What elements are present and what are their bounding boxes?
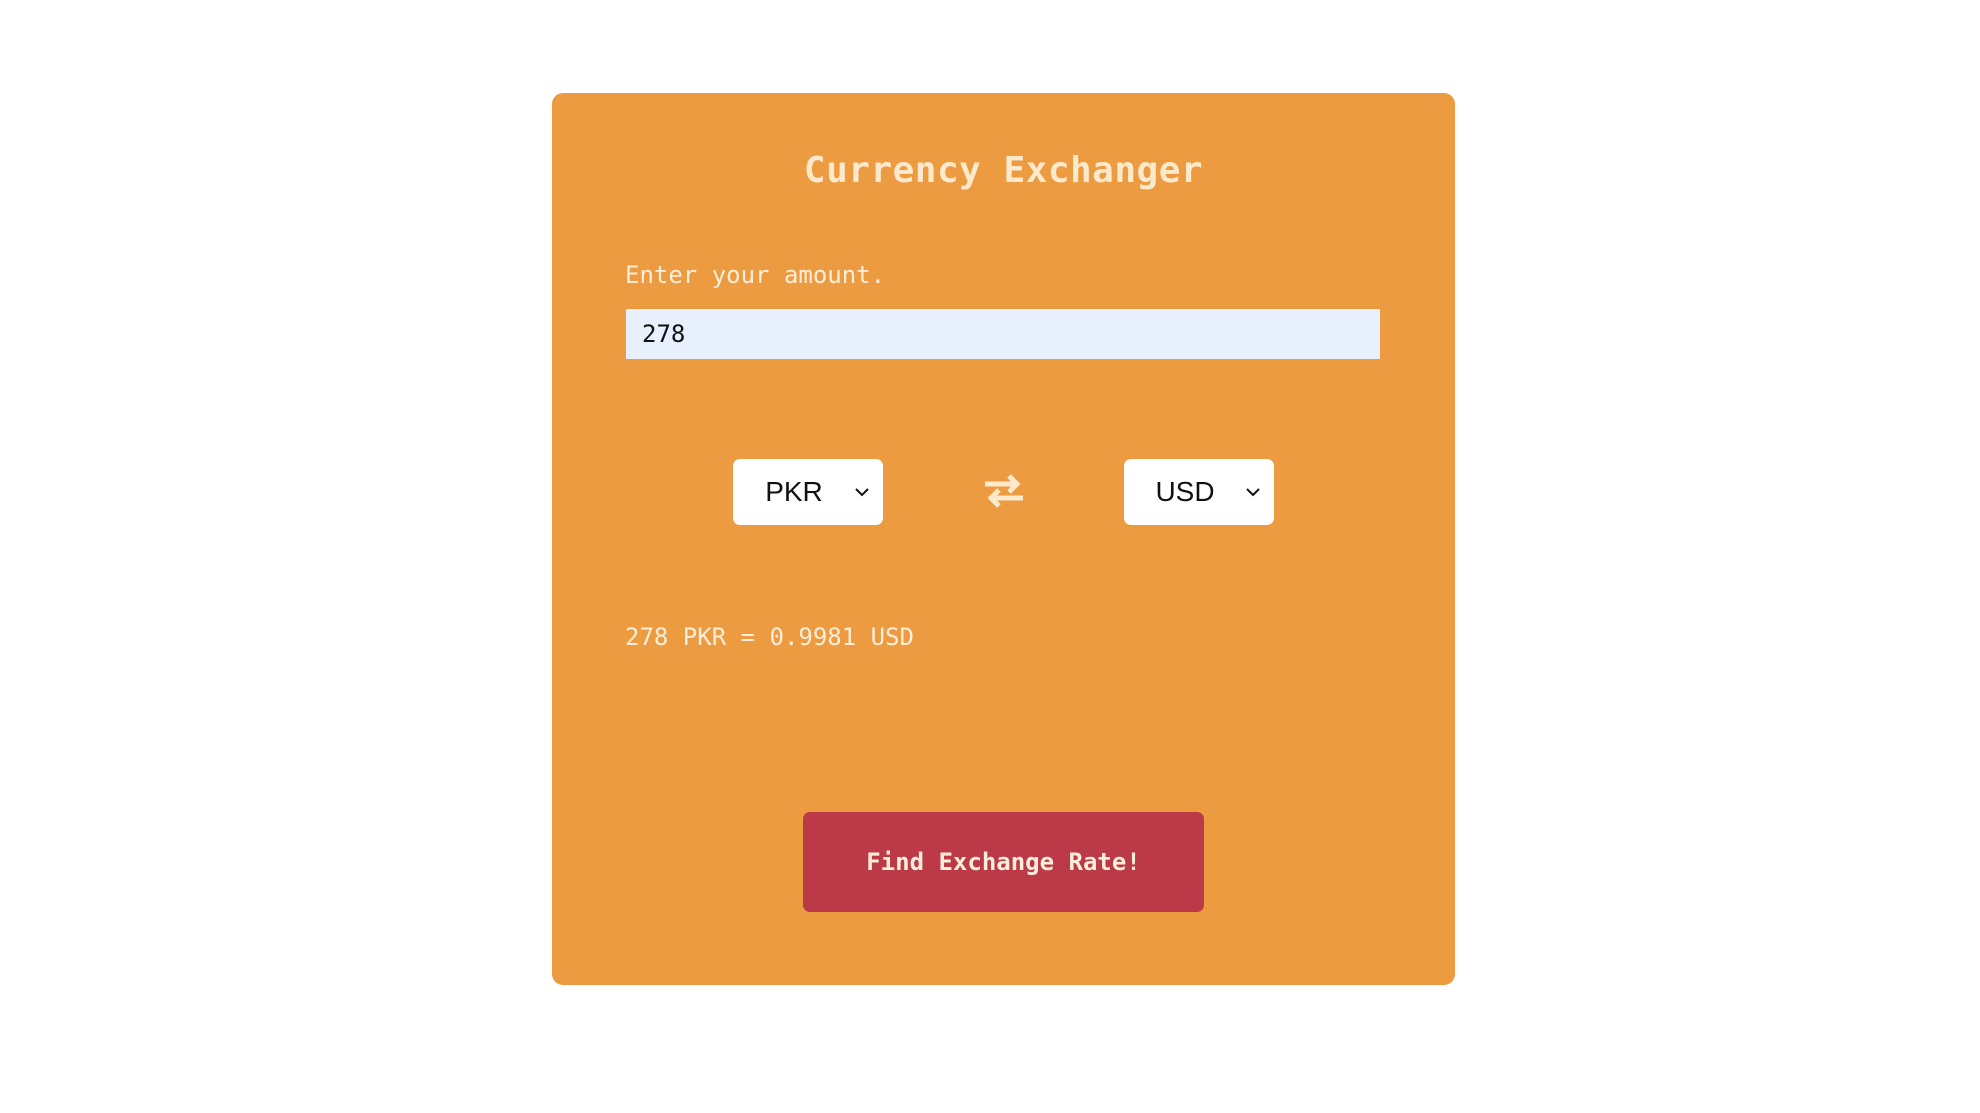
amount-label: Enter your amount. [625, 261, 886, 289]
to-currency-value: USD [1155, 476, 1215, 507]
amount-input[interactable] [626, 309, 1380, 359]
exchange-result: 278 PKR = 0.9981 USD [625, 623, 914, 651]
find-exchange-rate-button[interactable]: Find Exchange Rate! [803, 812, 1204, 912]
from-currency-value: PKR [765, 476, 823, 507]
to-currency-select[interactable]: USD [1124, 459, 1274, 525]
chevron-down-icon [855, 488, 869, 497]
chevron-down-icon [1246, 488, 1260, 497]
from-currency-select[interactable]: PKR [733, 459, 883, 525]
converter-card: Currency Exchanger Enter your amount. PK… [552, 93, 1455, 985]
swap-arrows-icon[interactable] [983, 473, 1025, 509]
page-title: Currency Exchanger [803, 150, 1204, 191]
